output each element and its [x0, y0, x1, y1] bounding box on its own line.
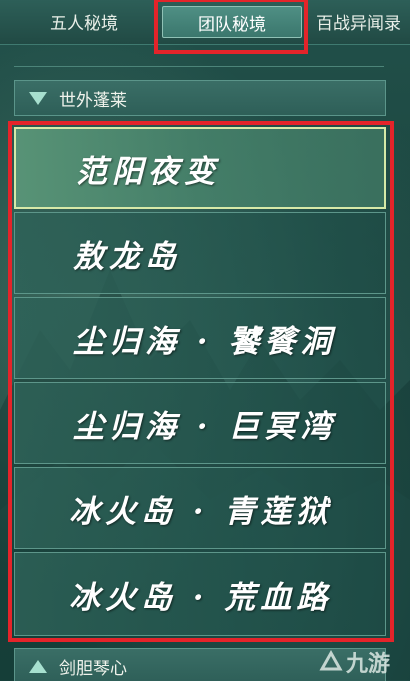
section-label: 剑胆琴心: [59, 658, 127, 679]
tab-five-person-dungeon[interactable]: 五人秘境: [14, 6, 154, 36]
watermark-text: 九游: [346, 652, 391, 677]
watermark: 九游: [318, 644, 390, 680]
nine-game-logo-icon: [319, 649, 343, 671]
tab-hundred-battles[interactable]: 百战异闻录: [310, 6, 410, 36]
expand-triangle-icon: [29, 91, 47, 105]
section-header-shiwai-penglai[interactable]: 世外蓬莱: [14, 80, 386, 116]
divider: [14, 66, 384, 67]
dungeon-list-highlight-frame: [8, 121, 394, 642]
active-tab-highlight-frame: [154, 0, 308, 54]
section-label: 世外蓬莱: [59, 90, 127, 111]
collapse-triangle-icon: [29, 659, 47, 673]
